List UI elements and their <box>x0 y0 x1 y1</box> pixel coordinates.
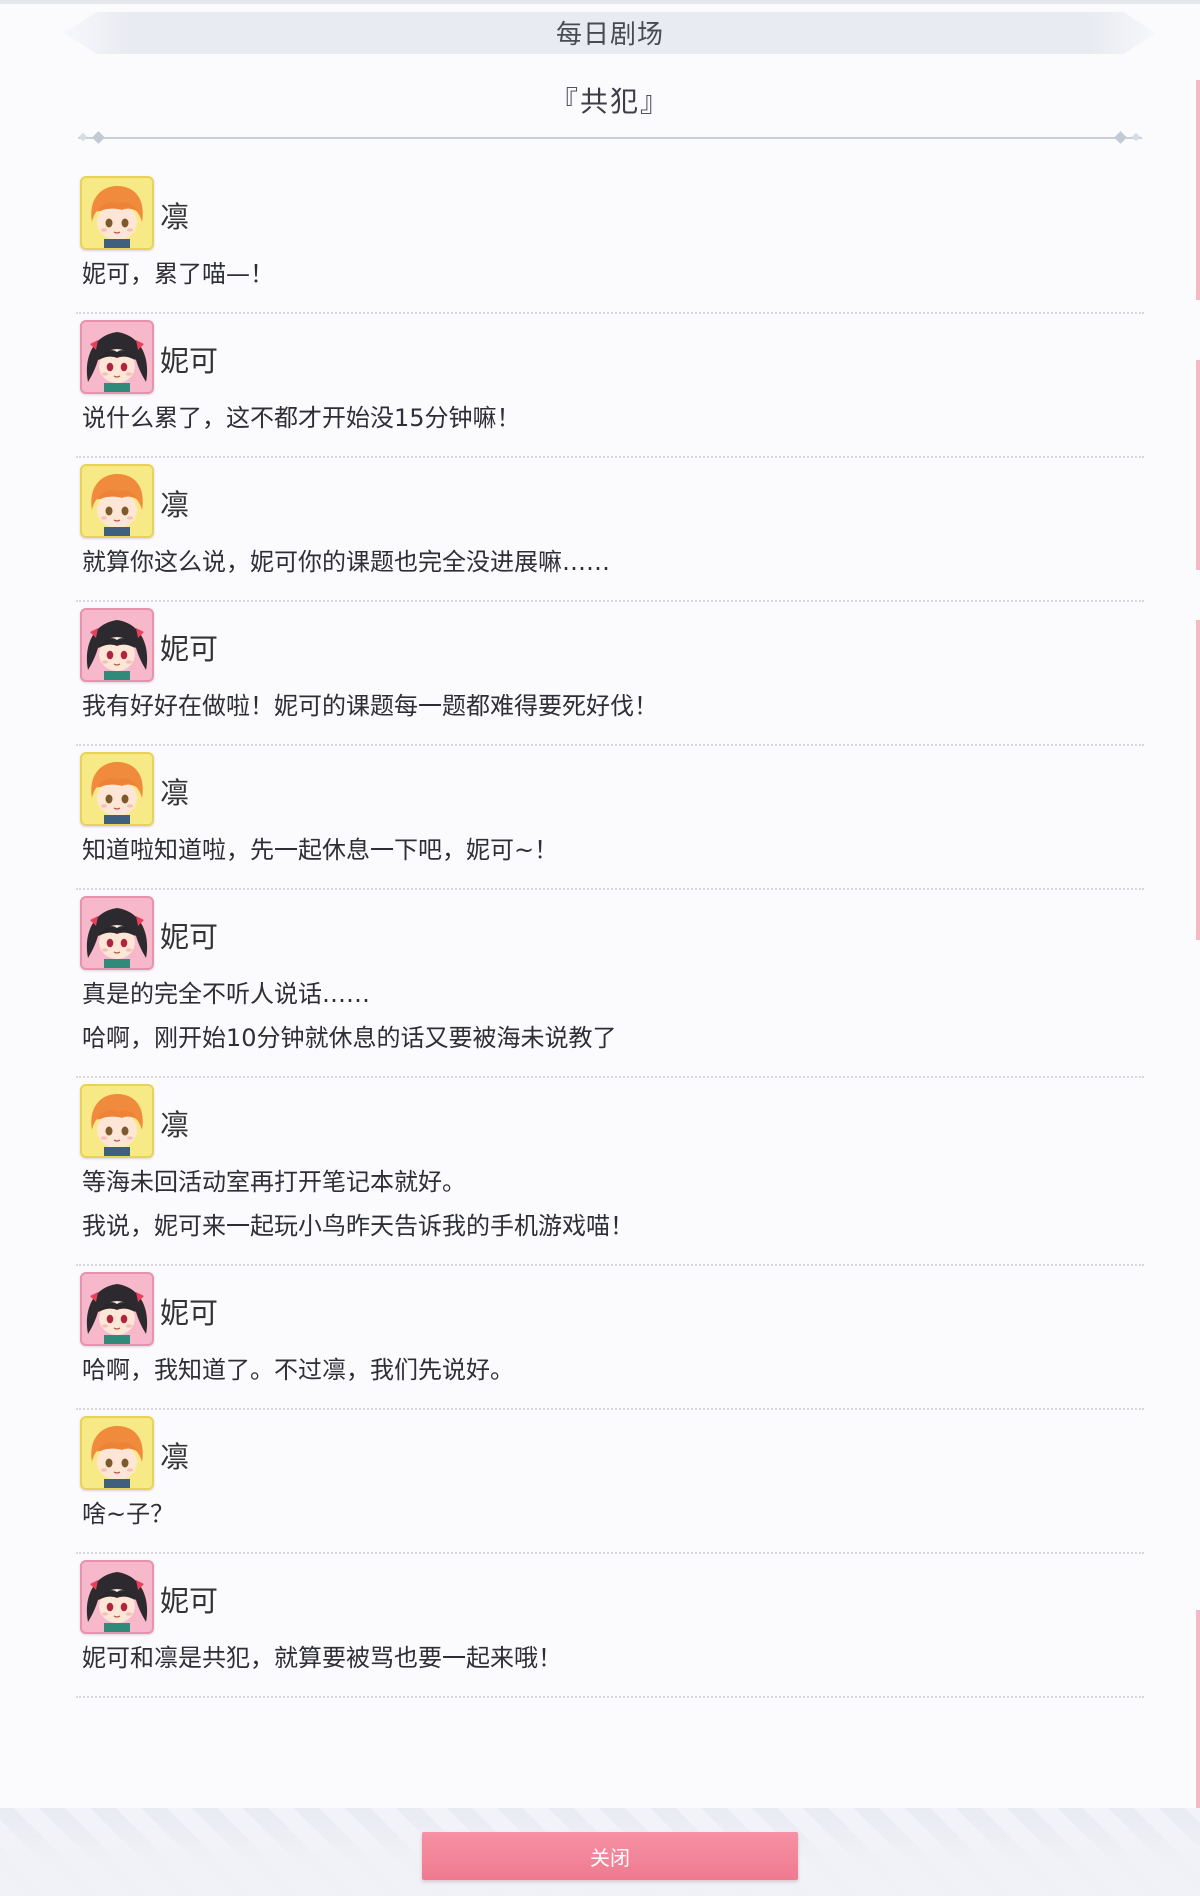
nico-avatar <box>80 1560 154 1634</box>
speaker-row: 凛 <box>80 1414 1144 1492</box>
close-button[interactable]: 关闭 <box>422 1832 798 1880</box>
speaker-row: 妮可 <box>80 1558 1144 1636</box>
dialogue-entry: 凛啥~子？ <box>76 1410 1144 1554</box>
edge-accent <box>1196 360 1200 570</box>
dialogue-line: 等海未回活动室再打开笔记本就好。 <box>82 1168 466 1196</box>
divider-ornament <box>78 132 88 142</box>
speaker-name: 凛 <box>160 1108 190 1142</box>
speaker-row: 妮可 <box>80 606 1144 684</box>
rin-avatar <box>80 1084 154 1158</box>
speaker-row: 妮可 <box>80 1270 1144 1348</box>
edge-accent <box>1196 620 1200 940</box>
rin-avatar <box>80 464 154 538</box>
dialogue-list[interactable]: 凛妮可，累了喵—！ 妮可 说什么累了，这不都才开始没15分钟嘛！凛就算你这么说，妮可… <box>76 170 1144 1698</box>
dialogue-entry: 妮可哈啊，我知道了。不过凛，我们先说好。 <box>76 1266 1144 1410</box>
speaker-row: 凛 <box>80 1082 1144 1160</box>
dialogue-line: 就算你这么说，妮可你的课题也完全没进展嘛…… <box>82 548 610 576</box>
speaker-name: 凛 <box>160 1440 190 1474</box>
speaker-name: 妮可 <box>160 344 219 378</box>
edge-accent <box>1196 80 1200 300</box>
speaker-row: 妮可 <box>80 318 1144 396</box>
speaker-name: 凛 <box>160 776 190 810</box>
speaker-name: 妮可 <box>160 632 219 666</box>
dialogue-line: 我有好好在做啦！妮可的课题每一题都难得要死好伐！ <box>82 692 658 720</box>
dialogue-line: 知道啦知道啦，先一起休息一下吧，妮可~！ <box>82 836 559 864</box>
dialogue-line: 哈啊，我知道了。不过凛，我们先说好。 <box>82 1356 514 1384</box>
edge-accent <box>1196 1610 1200 1810</box>
dialogue-entry: 妮可说什么累了，这不都才开始没15分钟嘛！ <box>76 314 1144 458</box>
nico-avatar <box>80 896 154 970</box>
nico-avatar <box>80 1272 154 1346</box>
speaker-row: 凛 <box>80 174 1144 252</box>
divider-ornament <box>92 131 105 144</box>
rin-avatar <box>80 1416 154 1490</box>
nico-avatar <box>80 320 154 394</box>
dialogue-line: 啥~子？ <box>82 1500 175 1528</box>
speaker-name: 凛 <box>160 488 190 522</box>
divider-ornament <box>1114 131 1127 144</box>
rin-avatar <box>80 752 154 826</box>
dialogue-line: 真是的完全不听人说话…… <box>82 980 370 1008</box>
dialogue-entry: 凛妮可，累了喵—！ <box>76 170 1144 314</box>
speaker-name: 妮可 <box>160 1296 219 1330</box>
top-edge-line <box>0 0 1200 4</box>
rin-avatar <box>80 176 154 250</box>
title-divider <box>78 137 1142 139</box>
speaker-row: 妮可 <box>80 894 1144 972</box>
dialogue-entry: 凛等海未回活动室再打开笔记本就好。我说，妮可来一起玩小鸟昨天告诉我的手机游戏喵！ <box>76 1078 1144 1266</box>
episode-title: 『共犯』 <box>549 85 670 118</box>
dialogue-entry: 妮可我有好好在做啦！妮可的课题每一题都难得要死好伐！ <box>76 602 1144 746</box>
dialogue-line: 我说，妮可来一起玩小鸟昨天告诉我的手机游戏喵！ <box>82 1212 634 1240</box>
nico-avatar <box>80 608 154 682</box>
speaker-name: 妮可 <box>160 1584 219 1618</box>
banner-title: 每日剧场 <box>555 20 664 50</box>
dialogue-line: 哈啊，刚开始10分钟就休息的话又要被海未说教了 <box>82 1024 617 1052</box>
dialogue-entry: 妮可真是的完全不听人说话…… 哈啊，刚开始10分钟就休息的话又要被海未说教了 <box>76 890 1144 1078</box>
dialogue-entry: 凛就算你这么说，妮可你的课题也完全没进展嘛…… <box>76 458 1144 602</box>
dialogue-entry: 妮可妮可和凛是共犯，就算要被骂也要一起来哦！ <box>76 1554 1144 1698</box>
dialogue-entry: 凛知道啦知道啦，先一起休息一下吧，妮可~！ <box>76 746 1144 890</box>
speaker-row: 凛 <box>80 750 1144 828</box>
speaker-name: 凛 <box>160 200 190 234</box>
dialogue-line: 妮可，累了喵—！ <box>82 260 274 288</box>
speaker-row: 凛 <box>80 462 1144 540</box>
dialogue-line: 妮可和凛是共犯，就算要被骂也要一起来哦！ <box>82 1644 562 1672</box>
dialogue-line: 说什么累了，这不都才开始没15分钟嘛！ <box>82 404 521 432</box>
divider-ornament <box>1131 132 1141 142</box>
speaker-name: 妮可 <box>160 920 219 954</box>
